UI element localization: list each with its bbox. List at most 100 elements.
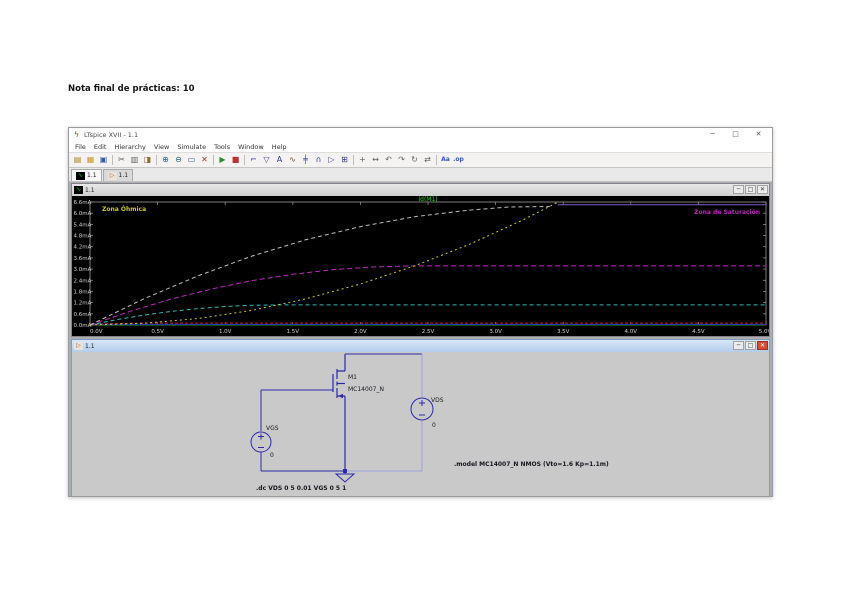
inductor-icon[interactable]: ∩ [312, 154, 325, 166]
dc-sweep-directive[interactable]: .dc VDS 0 5 0.01 VGS 0 5 1 [256, 485, 346, 492]
model-directive[interactable]: .model MC14007_N NMOS (Vto=1.6 Kp=1.1m) [454, 461, 609, 468]
x-tick-label: 0.0V [90, 329, 103, 335]
rotate-icon[interactable]: ↻ [408, 154, 421, 166]
waveform-window-controls: ─ □ ✕ [733, 185, 768, 194]
menu-bar: File Edit Hierarchy View Simulate Tools Window… [69, 141, 772, 153]
move-icon[interactable]: + [356, 154, 369, 166]
close-button[interactable]: ✕ [747, 128, 770, 141]
new-file-icon[interactable]: ▤ [71, 154, 84, 166]
wire-icon[interactable]: ⌐ [247, 154, 260, 166]
y-tick-label: 1.2mA [74, 301, 92, 307]
component-icon[interactable]: ⊞ [338, 154, 351, 166]
waveform-tab-icon: ∿ [76, 171, 85, 180]
transistor-model-label[interactable]: MC14007_N [348, 386, 384, 393]
zoom-area-icon[interactable]: ▭ [185, 154, 198, 166]
save-icon[interactable]: ▣ [97, 154, 110, 166]
cut-icon[interactable]: ✂ [115, 154, 128, 166]
menu-hierarchy[interactable]: Hierarchy [110, 143, 149, 151]
app-icon: ϟ [73, 129, 80, 139]
x-tick-label: 2.5V [422, 329, 435, 335]
y-tick-label: 3.6mA [74, 256, 92, 262]
resistor-icon[interactable]: ∿ [286, 154, 299, 166]
y-tick-label: 5.4mA [74, 222, 92, 228]
vds-label[interactable]: VDS [431, 397, 444, 404]
drag-icon[interactable]: ↔ [369, 154, 382, 166]
copy-icon[interactable]: ▥ [128, 154, 141, 166]
menu-simulate[interactable]: Simulate [173, 143, 210, 151]
mirror-icon[interactable]: ⇄ [421, 154, 434, 166]
minimize-button[interactable]: ─ [733, 341, 744, 350]
maximize-button[interactable]: □ [724, 128, 747, 141]
ground-icon[interactable]: ▽ [260, 154, 273, 166]
vds-branch-wires[interactable] [345, 354, 423, 472]
run-icon[interactable]: ▶ [216, 154, 229, 166]
menu-edit[interactable]: Edit [90, 143, 111, 151]
zoom-extents-icon[interactable]: ✕ [198, 154, 211, 166]
schematic-window-title: 1.1 [85, 342, 95, 350]
grade-note: Nota final de prácticas: 10 [68, 84, 195, 94]
open-file-icon[interactable]: ▦ [84, 154, 97, 166]
ground-node-dot [343, 469, 347, 473]
y-tick-label: 4.8mA [74, 234, 92, 240]
tab-schematic[interactable]: ▷ 1.1 [102, 169, 134, 181]
menu-view[interactable]: View [150, 143, 173, 151]
vgs-value[interactable]: 0 [270, 452, 274, 459]
y-tick-label: 3.0mA [74, 267, 92, 273]
tab-label: 1.1 [118, 172, 129, 179]
trace-limite-zonas-0-55-vds-[interactable] [89, 201, 559, 326]
spice-directive-icon[interactable]: .op [452, 154, 465, 166]
vgs-label[interactable]: VGS [266, 425, 279, 432]
menu-help[interactable]: Help [268, 143, 291, 151]
y-tick-label: 1.8mA [74, 289, 92, 295]
trace-id-vgs-5v[interactable] [89, 206, 550, 326]
text-icon[interactable]: Aa [439, 154, 452, 166]
schematic-tab-icon: ▷ [107, 171, 117, 180]
vds-value[interactable]: 0 [432, 422, 436, 429]
x-tick-label: 1.0V [219, 329, 232, 335]
x-tick-label: 4.0V [625, 329, 638, 335]
minimize-button[interactable]: ─ [701, 128, 724, 141]
x-tick-label: 3.0V [489, 329, 502, 335]
trace-label: Id(M1) [418, 196, 437, 203]
schematic-canvas[interactable]: M1 MC14007_N VGS 0 VDS 0 .model MC14007_… [72, 352, 769, 496]
maximize-button[interactable]: □ [745, 341, 756, 350]
waveform-window: ∿ 1.1 ─ □ ✕ Id(M1) 6.6mA 6.0mA 5.4mA 4.8mA 4.… [71, 183, 772, 337]
schematic-window: ▷ 1.1 ─ □ ✕ M1 MC14007_N VGS 0 VDS 0 .mo… [71, 339, 770, 496]
x-tick-label: 3.5V [557, 329, 570, 335]
waveform-window-title: 1.1 [85, 186, 95, 194]
capacitor-icon[interactable]: ╪ [299, 154, 312, 166]
trace-id-vgs-3v[interactable] [89, 304, 766, 326]
halt-icon[interactable]: ■ [229, 154, 242, 166]
zoom-out-icon[interactable]: ⊖ [172, 154, 185, 166]
waveform-plot[interactable]: Id(M1) 6.6mA 6.0mA 5.4mA 4.8mA 4.2mA 3.6mA 3.0m… [72, 196, 772, 336]
maximize-button[interactable]: □ [745, 185, 756, 194]
close-button[interactable]: ✕ [757, 341, 768, 350]
vds-source[interactable] [410, 397, 434, 421]
schematic-window-icon: ▷ [74, 342, 83, 350]
transistor-ref-label[interactable]: M1 [348, 374, 357, 381]
label-icon[interactable]: A [273, 154, 286, 166]
close-button[interactable]: ✕ [757, 185, 768, 194]
undo-icon[interactable]: ↶ [382, 154, 395, 166]
redo-icon[interactable]: ↷ [395, 154, 408, 166]
toolbar-separator [213, 155, 214, 165]
tab-label: 1.1 [87, 172, 97, 179]
menu-file[interactable]: File [71, 143, 90, 151]
menu-tools[interactable]: Tools [210, 143, 234, 151]
title-bar: ϟ LTspice XVII - 1.1 ─ □ ✕ [69, 128, 772, 141]
paste-icon[interactable]: ◨ [141, 154, 154, 166]
waveform-window-titlebar: ∿ 1.1 ─ □ ✕ [72, 184, 769, 196]
nmos-transistor[interactable] [332, 354, 346, 471]
diode-icon[interactable]: ▷ [325, 154, 338, 166]
toolbar: ▤ ▦ ▣ ✂ ▥ ◨ ⊕ ⊖ ▭ ✕ ▶ ■ ⌐ ▽ A ∿ ╪ ∩ ▷ ⊞ + ↔ ↶ ↷ ↻ ⇄ Aa .op [69, 153, 772, 168]
y-tick-label: 0.6mA [74, 312, 92, 318]
tab-strip: ∿ 1.1 ▷ 1.1 [69, 168, 772, 182]
x-tick-label: 2.0V [354, 329, 367, 335]
id-vds-chart: Id(M1) 6.6mA 6.0mA 5.4mA 4.8mA 4.2mA 3.6mA 3.0m… [74, 196, 772, 335]
trace-id-vgs-4v[interactable] [89, 265, 766, 326]
menu-window[interactable]: Window [234, 143, 268, 151]
minimize-button[interactable]: ─ [733, 185, 744, 194]
y-tick-label: 6.0mA [74, 211, 92, 217]
zoom-in-icon[interactable]: ⊕ [159, 154, 172, 166]
tab-waveform[interactable]: ∿ 1.1 [71, 169, 102, 181]
